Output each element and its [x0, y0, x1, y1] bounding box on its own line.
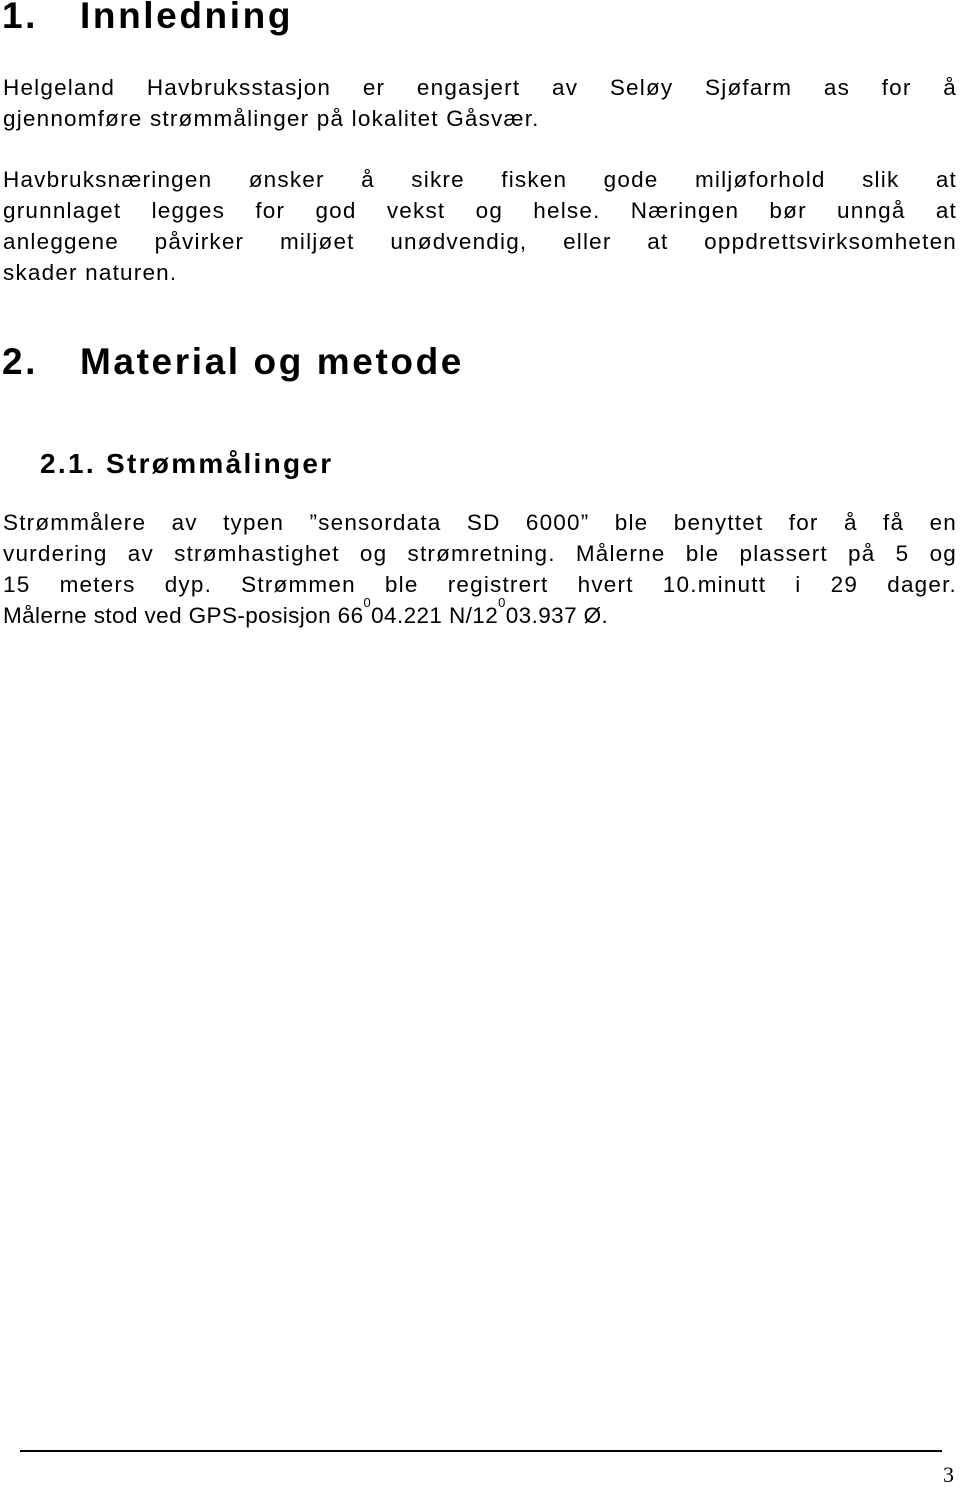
degree-superscript: 0 — [363, 595, 372, 610]
text-line: skader naturen. — [3, 260, 178, 285]
paragraph-method: Strømmålere av typen ”sensordata SD 6000… — [3, 507, 957, 631]
paragraph-intro-1: Helgeland Havbruksstasjon er engasjert a… — [3, 72, 957, 134]
section-heading-innledning: 1. Innledning — [2, 0, 293, 34]
section-heading-material-og-metode: 2. Material og metode — [2, 343, 464, 380]
subsection-heading-strommalinger: 2.1. Strømmålinger — [40, 450, 334, 478]
subsection-number: 2.1. — [40, 448, 96, 479]
degree-superscript: 0 — [498, 595, 506, 610]
text-line: anleggene påvirker miljøet unødvendig, e… — [3, 229, 957, 254]
page-number: 3 — [943, 1462, 954, 1487]
gps-latitude: 04.221 N/12 — [371, 603, 499, 628]
text-line: vurdering av strømhastighet og strømretn… — [3, 541, 957, 566]
text-line: gjennomføre strømmålinger på lokalitet G… — [3, 106, 540, 131]
gps-longitude: 03.937 Ø. — [505, 603, 609, 628]
section-title: Innledning — [80, 0, 294, 36]
section-number: 2. — [2, 341, 39, 382]
paragraph-intro-2: Havbruksnæringen ønsker å sikre fisken g… — [3, 164, 957, 288]
text-line: grunnlaget legges for god vekst og helse… — [3, 198, 957, 223]
text-line: Havbruksnæringen ønsker å sikre fisken g… — [3, 167, 957, 192]
gps-prefix: Målerne stod ved GPS-posisjon 66 — [3, 603, 364, 628]
section-number: 1. — [2, 0, 39, 36]
footer-rule — [20, 1450, 942, 1452]
text-line: Strømmålere av typen ”sensordata SD 6000… — [3, 510, 957, 535]
gps-position-line: Målerne stod ved GPS-posisjon 66004.221 … — [3, 596, 957, 631]
text-line: Helgeland Havbruksstasjon er engasjert a… — [3, 75, 957, 100]
text-line: 15 meters dyp. Strømmen ble registrert h… — [3, 572, 957, 597]
section-title: Material og metode — [80, 341, 464, 382]
subsection-title: Strømmålinger — [106, 448, 334, 479]
